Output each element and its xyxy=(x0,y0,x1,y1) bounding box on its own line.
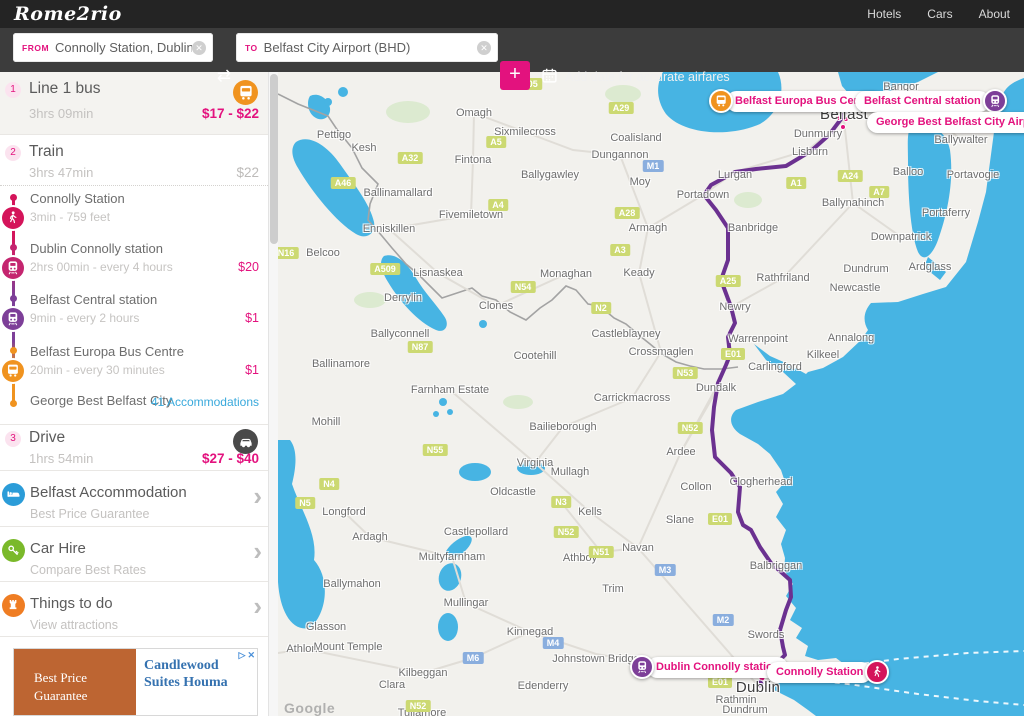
marker-label: Belfast Central station xyxy=(855,91,990,112)
route-price: $27 - $40 xyxy=(202,451,259,466)
nav-cars[interactable]: Cars xyxy=(927,7,952,21)
train-icon xyxy=(983,89,1007,113)
sidebar-scrollbar xyxy=(268,72,278,716)
marker-label: Connolly Station xyxy=(767,662,872,683)
promo-title: Belfast Accommodation xyxy=(30,484,187,501)
ad-left-text: Best Price Guarantee xyxy=(14,649,136,715)
top-header: Rome2rio Hotels Cars About xyxy=(0,0,1024,28)
promo-car-hire[interactable]: Car Hire Compare Best Rates xyxy=(0,527,268,582)
leg-station: Connolly Station xyxy=(30,191,125,206)
route-number: 1 xyxy=(5,82,21,98)
map-marker-belfast-central-station[interactable]: Belfast Central station xyxy=(855,89,1007,113)
timeline-dot xyxy=(10,347,17,354)
map-marker-george-best-belfast-city-airport[interactable]: George Best Belfast City Airport xyxy=(867,112,1024,133)
route-price: $17 - $22 xyxy=(202,106,259,121)
calendar-icon[interactable] xyxy=(541,67,558,84)
train-icon xyxy=(630,655,654,679)
map-artwork xyxy=(278,72,1024,716)
bus-icon xyxy=(2,360,24,382)
timeline-dot xyxy=(10,400,17,407)
route-duration: 3hrs 09min xyxy=(29,106,93,121)
leg-price: $20 xyxy=(238,260,259,274)
route-option-drive[interactable]: 3 Drive 1hrs 54min $27 - $40 xyxy=(0,425,268,471)
route-title: Line 1 bus xyxy=(29,80,101,98)
route-duration: 3hrs 47min xyxy=(29,165,93,180)
map-marker-dublin-connolly-station[interactable]: Dublin Connolly station xyxy=(630,655,788,679)
chevron-right-icon xyxy=(253,591,262,622)
train-route-details: Connolly Station 3min - 759 feet Dublin … xyxy=(0,186,268,425)
route-option-train[interactable]: 2 Train 3hrs 47min $22 xyxy=(0,135,268,186)
leg-detail: 20min - every 30 minutes xyxy=(30,363,165,377)
adchoices-icon[interactable] xyxy=(239,650,255,661)
promo-subtitle: View attractions xyxy=(30,618,118,632)
bus-icon xyxy=(709,89,733,113)
google-watermark: Google xyxy=(284,700,335,716)
marker-label: George Best Belfast City Airport xyxy=(867,112,1024,133)
nav-about[interactable]: About xyxy=(979,7,1010,21)
leg-detail: 2hrs 00min - every 4 hours xyxy=(30,260,173,274)
leg-price: $1 xyxy=(245,363,259,377)
top-nav: Hotels Cars About xyxy=(867,7,1010,21)
walk-icon xyxy=(865,660,889,684)
chevron-right-icon xyxy=(253,481,262,512)
from-input[interactable] xyxy=(55,40,192,55)
key-icon xyxy=(2,539,25,562)
promo-title: Car Hire xyxy=(30,540,86,557)
leg-detail: 3min - 759 feet xyxy=(30,210,110,224)
map-marker-connolly-station[interactable]: Connolly Station xyxy=(767,660,889,684)
to-input[interactable] xyxy=(264,40,477,55)
leg-price: $1 xyxy=(245,311,259,325)
walk-icon xyxy=(2,207,24,229)
bed-icon xyxy=(2,483,25,506)
promo-subtitle: Best Price Guarantee xyxy=(30,507,150,521)
train-icon xyxy=(2,308,24,330)
leg-station: Dublin Connolly station xyxy=(30,241,163,256)
from-label: FROM xyxy=(22,43,49,53)
map-canvas[interactable]: PettigoKeshOmaghSixmilecrossFintonaBally… xyxy=(278,72,1024,716)
search-bar: FROM ✕ TO ✕ + Add date for accurate airf… xyxy=(0,28,1024,72)
promo-title: Things to do xyxy=(30,595,113,612)
results-sidebar: 1 Line 1 bus 3hrs 09min $17 - $22 2 Trai… xyxy=(0,72,268,716)
timeline-dot xyxy=(10,295,17,302)
from-field[interactable]: FROM ✕ xyxy=(13,33,213,62)
promo-subtitle: Compare Best Rates xyxy=(30,563,146,577)
route-duration: 1hrs 54min xyxy=(29,451,93,466)
advertisement[interactable]: Best Price Guarantee Candlewood Suites H… xyxy=(13,648,258,716)
scrollbar-thumb[interactable] xyxy=(270,74,278,244)
to-label: TO xyxy=(245,43,258,53)
ad-link-text[interactable]: Candlewood Suites Houma xyxy=(136,649,257,715)
promo-things-to-do[interactable]: Things to do View attractions xyxy=(0,582,268,637)
route-price: $22 xyxy=(236,165,259,180)
add-destination-button[interactable]: + xyxy=(500,61,530,90)
route-number: 2 xyxy=(5,145,21,161)
timeline-dot xyxy=(10,244,17,251)
castle-icon xyxy=(2,594,25,617)
route-title: Drive xyxy=(29,429,65,447)
clear-to-icon[interactable]: ✕ xyxy=(477,41,491,55)
nav-hotels[interactable]: Hotels xyxy=(867,7,901,21)
promo-accommodation[interactable]: Belfast Accommodation Best Price Guarant… xyxy=(0,471,268,527)
train-icon xyxy=(2,257,24,279)
leg-station: Belfast Central station xyxy=(30,292,157,307)
timeline-dot xyxy=(10,194,17,201)
to-field[interactable]: TO ✕ xyxy=(236,33,498,62)
route-title: Train xyxy=(29,143,64,161)
clear-from-icon[interactable]: ✕ xyxy=(192,41,206,55)
route-number: 3 xyxy=(5,431,21,447)
bus-icon xyxy=(233,80,258,105)
leg-station: Belfast Europa Bus Centre xyxy=(30,344,184,359)
add-date-hint[interactable]: Add date for accurate airfares xyxy=(565,70,730,84)
rome2rio-logo[interactable]: Rome2rio xyxy=(14,3,122,25)
chevron-right-icon xyxy=(253,536,262,567)
swap-icon[interactable] xyxy=(214,61,234,90)
leg-detail: 9min - every 2 hours xyxy=(30,311,139,325)
accommodations-link[interactable]: 41 Accommodations xyxy=(151,395,259,409)
